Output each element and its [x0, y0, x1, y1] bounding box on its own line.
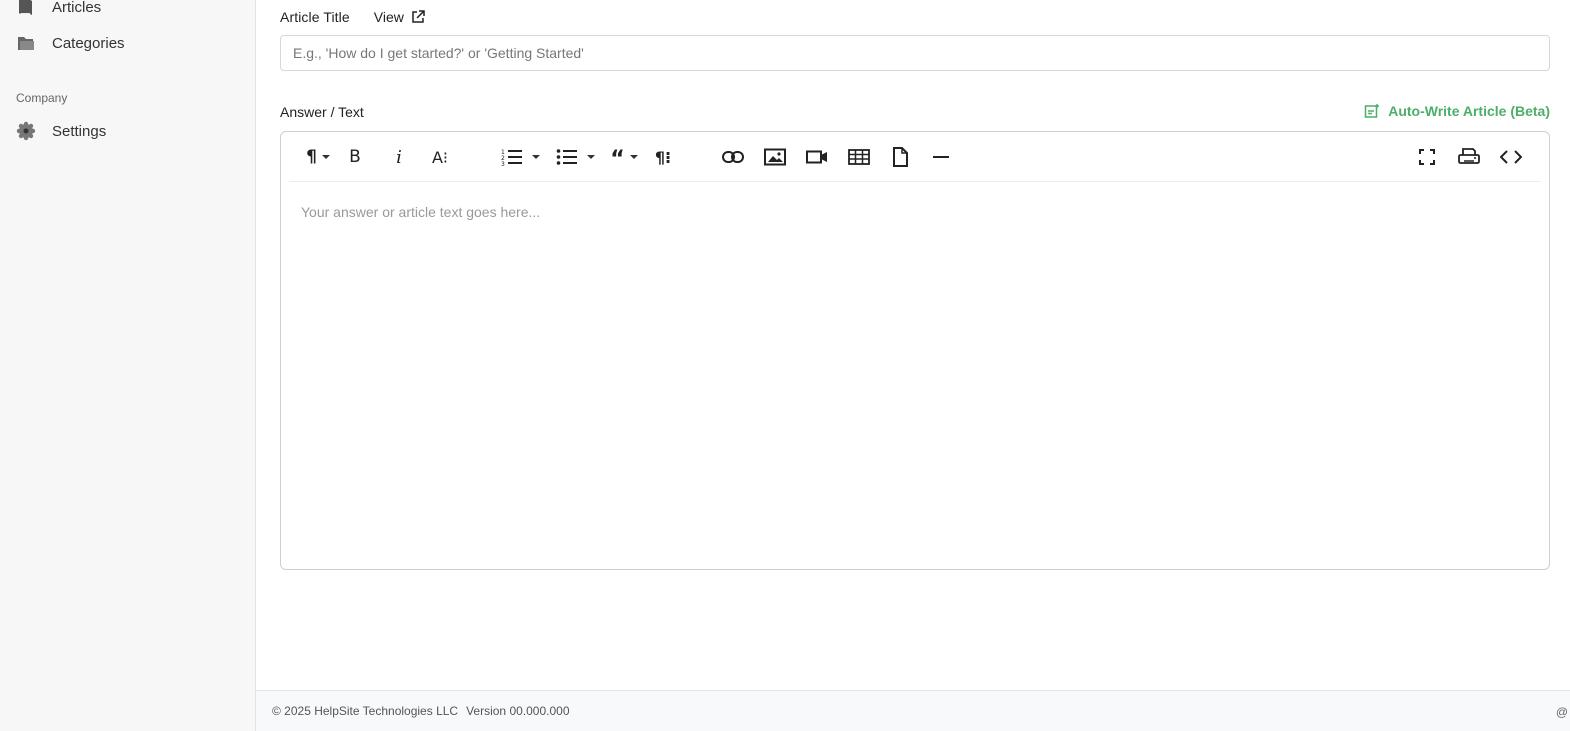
footer: © 2025 HelpSite Technologies LLC Version… [256, 690, 1570, 731]
fullscreen-icon [1419, 149, 1435, 165]
horizontal-line-button[interactable] [931, 144, 951, 170]
quote-button[interactable]: “ [608, 144, 640, 172]
unordered-list-icon [556, 149, 577, 165]
external-link-icon [412, 10, 425, 23]
auto-write-label: Auto-Write Article (Beta) [1388, 103, 1550, 119]
font-size-button[interactable]: A⁝ [429, 144, 451, 170]
insert-video-button[interactable] [805, 144, 829, 170]
sidebar-section-company: Company [16, 91, 68, 105]
font-size-icon: A⁝ [431, 147, 449, 167]
footer-version: Version 00.000.000 [466, 704, 570, 718]
main-content: Article Title View Answer / Text Auto-Wr… [256, 0, 1570, 731]
article-title-row: Article Title View [280, 7, 425, 27]
pilcrow-icon: ¶ [306, 147, 317, 167]
article-title-label: Article Title [280, 9, 350, 25]
italic-button[interactable]: i [389, 144, 409, 170]
footer-trailing-link[interactable]: @ [1556, 705, 1568, 719]
bold-button[interactable]: B [345, 144, 365, 170]
link-icon [722, 151, 744, 163]
unordered-list-button[interactable] [554, 144, 596, 170]
sidebar-item-articles[interactable]: Articles [16, 0, 101, 19]
bold-icon: B [349, 147, 361, 167]
rich-text-editor: ¶ B i A⁝ 1 2 3 “ ¶⁝ Your answer or artic… [280, 131, 1550, 570]
ordered-list-icon: 1 2 3 [501, 149, 522, 166]
auto-write-article-button[interactable]: Auto-Write Article (Beta) [1364, 103, 1550, 119]
italic-icon: i [396, 146, 402, 168]
insert-table-button[interactable] [847, 144, 871, 170]
print-icon [1458, 148, 1480, 164]
sidebar-item-label: Settings [52, 122, 107, 140]
svg-text:3: 3 [501, 161, 505, 166]
editor-placeholder[interactable]: Your answer or article text goes here... [301, 204, 540, 220]
view-link[interactable]: View [374, 9, 425, 25]
footer-copyright: © 2025 HelpSite Technologies LLC [272, 704, 459, 718]
code-icon [1500, 150, 1522, 164]
sidebar-item-categories[interactable]: Categories [16, 31, 125, 55]
insert-file-button[interactable] [890, 144, 910, 170]
folder-icon [16, 33, 36, 53]
sidebar-item-label: Categories [52, 34, 125, 52]
book-icon [16, 0, 36, 17]
chevron-down-icon [321, 155, 330, 159]
chevron-down-icon [586, 155, 595, 159]
sidebar-item-settings[interactable]: Settings [16, 119, 106, 143]
chevron-down-icon [531, 155, 540, 159]
paragraph-style-button[interactable]: ¶⁝ [652, 144, 674, 170]
insert-link-button[interactable] [721, 144, 745, 170]
app: Articles Categories Company Settings Art… [0, 0, 1570, 731]
gear-icon [16, 121, 36, 141]
paragraph-style-icon: ¶⁝ [654, 147, 672, 167]
auto-write-icon [1364, 104, 1380, 118]
view-link-label: View [373, 9, 404, 25]
quote-icon: “ [610, 147, 625, 172]
editor-toolbar: ¶ B i A⁝ 1 2 3 “ ¶⁝ [289, 132, 1541, 182]
ordered-list-button[interactable]: 1 2 3 [499, 144, 541, 170]
sidebar: Articles Categories Company Settings [0, 0, 256, 731]
insert-image-button[interactable] [763, 144, 787, 170]
answer-text-label: Answer / Text [280, 104, 364, 120]
file-icon [893, 147, 908, 167]
chevron-down-icon [629, 155, 638, 159]
code-view-button[interactable] [1499, 144, 1523, 170]
table-icon [848, 149, 870, 165]
video-icon [806, 150, 827, 164]
horizontal-line-icon [933, 156, 949, 158]
paragraph-format-button[interactable]: ¶ [303, 144, 333, 170]
image-icon [764, 148, 786, 166]
print-button[interactable] [1457, 144, 1481, 170]
article-title-input[interactable] [280, 35, 1550, 71]
fullscreen-button[interactable] [1417, 144, 1437, 170]
sidebar-item-label: Articles [52, 0, 102, 16]
